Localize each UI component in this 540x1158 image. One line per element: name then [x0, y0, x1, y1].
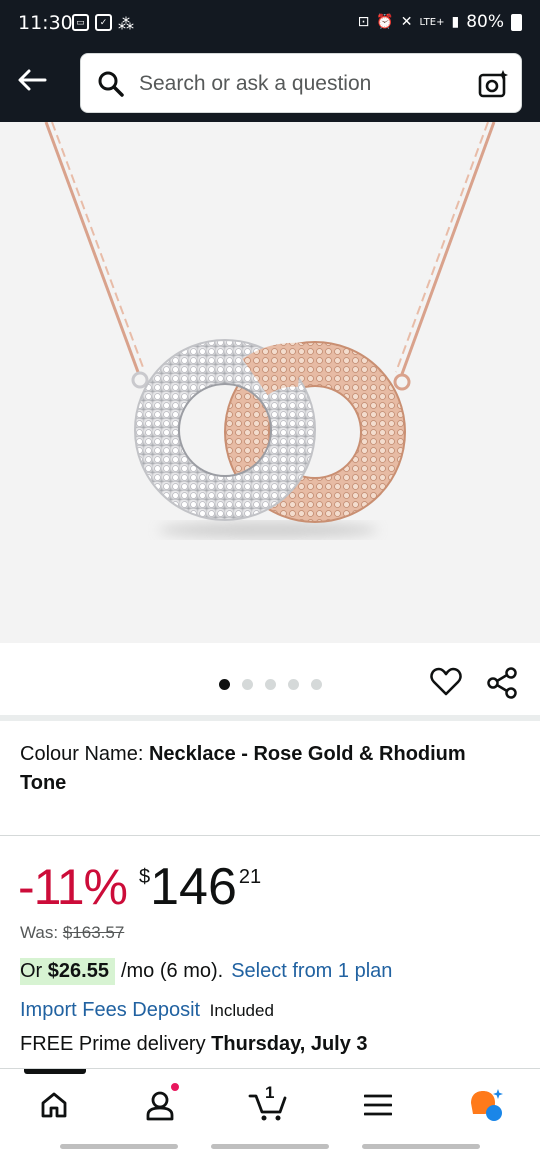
home-icon [41, 1092, 67, 1118]
import-fees-link[interactable]: Import Fees Deposit [20, 999, 200, 1021]
nav-home[interactable] [32, 1085, 76, 1125]
gesture-recent[interactable] [60, 1144, 178, 1149]
status-right-icons: ⊡ ⏰ ✕ LTE+ ▮ 80% [358, 12, 522, 32]
colour-name: Colour Name: Necklace - Rose Gold & Rhod… [20, 740, 500, 798]
installment-plan: Or $26.55 /mo (6 mo). Select from 1 plan [20, 958, 392, 985]
carousel-dots [219, 679, 322, 690]
account-icon [146, 1091, 174, 1121]
discount-percent: -11% [18, 859, 128, 915]
search-placeholder: Search or ask a question [139, 72, 372, 95]
was-price: Was: $163.57 [20, 923, 124, 943]
search-icon [98, 71, 124, 97]
delivery-info: FREE Prime delivery Thursday, July 3 [20, 1033, 368, 1056]
import-fees: Import Fees Deposit Included [20, 999, 274, 1022]
menu-icon [364, 1094, 392, 1116]
carousel-dot[interactable] [288, 679, 299, 690]
plan-badge: Or $26.55 [20, 958, 115, 985]
network-type: LTE+ [419, 16, 445, 28]
search-header: Search or ask a question [0, 48, 540, 122]
image-controls [0, 643, 540, 715]
system-gesture-bar [0, 1138, 540, 1158]
signal-icon: ▮ [451, 14, 460, 30]
app-notification-icon: ⁂ [118, 16, 134, 33]
product-image[interactable] [0, 122, 540, 643]
carousel-dot[interactable] [219, 679, 230, 690]
camera-search-icon[interactable] [477, 68, 509, 100]
back-arrow-icon [18, 69, 47, 91]
bottom-nav: 1 [0, 1068, 540, 1138]
nav-menu[interactable] [356, 1085, 400, 1125]
account-notification-dot [170, 1082, 180, 1092]
status-notification-icons: ▭ ✓ ⁂ [72, 14, 134, 34]
delivery-prefix: FREE Prime delivery [20, 1033, 206, 1055]
rufus-assistant-icon [471, 1089, 503, 1121]
carousel-dot[interactable] [242, 679, 253, 690]
plan-amount: $26.55 [47, 960, 109, 982]
battery-percent: 80% [466, 12, 504, 32]
import-included: Included [209, 1001, 274, 1020]
necklace-image [44, 122, 496, 538]
share-icon[interactable] [486, 667, 518, 699]
was-label: Was: [20, 923, 59, 942]
colour-label: Colour Name: [20, 743, 144, 765]
mute-icon: ✕ [400, 14, 413, 30]
price-whole: 146 [150, 858, 237, 916]
checkbox-notification-icon: ✓ [95, 14, 112, 31]
nav-rufus[interactable] [464, 1085, 508, 1125]
search-input[interactable]: Search or ask a question [80, 53, 522, 113]
heart-icon[interactable] [430, 667, 462, 697]
notification-icon: ▭ [72, 14, 89, 31]
plan-suffix: /mo (6 mo). [120, 960, 224, 982]
lock-icon: ⊡ [357, 14, 370, 30]
gesture-back[interactable] [362, 1144, 480, 1149]
battery-icon [511, 13, 522, 31]
back-button[interactable] [14, 62, 50, 98]
price-block: -11% $ 146 21 [18, 858, 261, 916]
currency-symbol: $ [139, 866, 151, 888]
nav-cart[interactable]: 1 [246, 1083, 290, 1125]
active-tab-indicator [24, 1069, 86, 1074]
carousel-dot[interactable] [311, 679, 322, 690]
price-fraction: 21 [238, 866, 262, 888]
delivery-date: Thursday, July 3 [211, 1033, 368, 1055]
carousel-dot[interactable] [265, 679, 276, 690]
gesture-home[interactable] [211, 1144, 329, 1149]
divider [0, 835, 540, 836]
select-plan-link[interactable]: Select from 1 plan [231, 960, 392, 983]
cart-count: 1 [265, 1083, 275, 1102]
section-divider [0, 715, 540, 721]
nav-account[interactable] [139, 1082, 183, 1125]
plan-or: Or [20, 960, 43, 982]
was-value: $163.57 [62, 923, 125, 942]
status-bar: 11:30 ▭ ✓ ⁂ ⊡ ⏰ ✕ LTE+ ▮ 80% [0, 0, 540, 48]
alarm-icon: ⏰ [376, 14, 394, 30]
status-time: 11:30 [18, 12, 73, 34]
